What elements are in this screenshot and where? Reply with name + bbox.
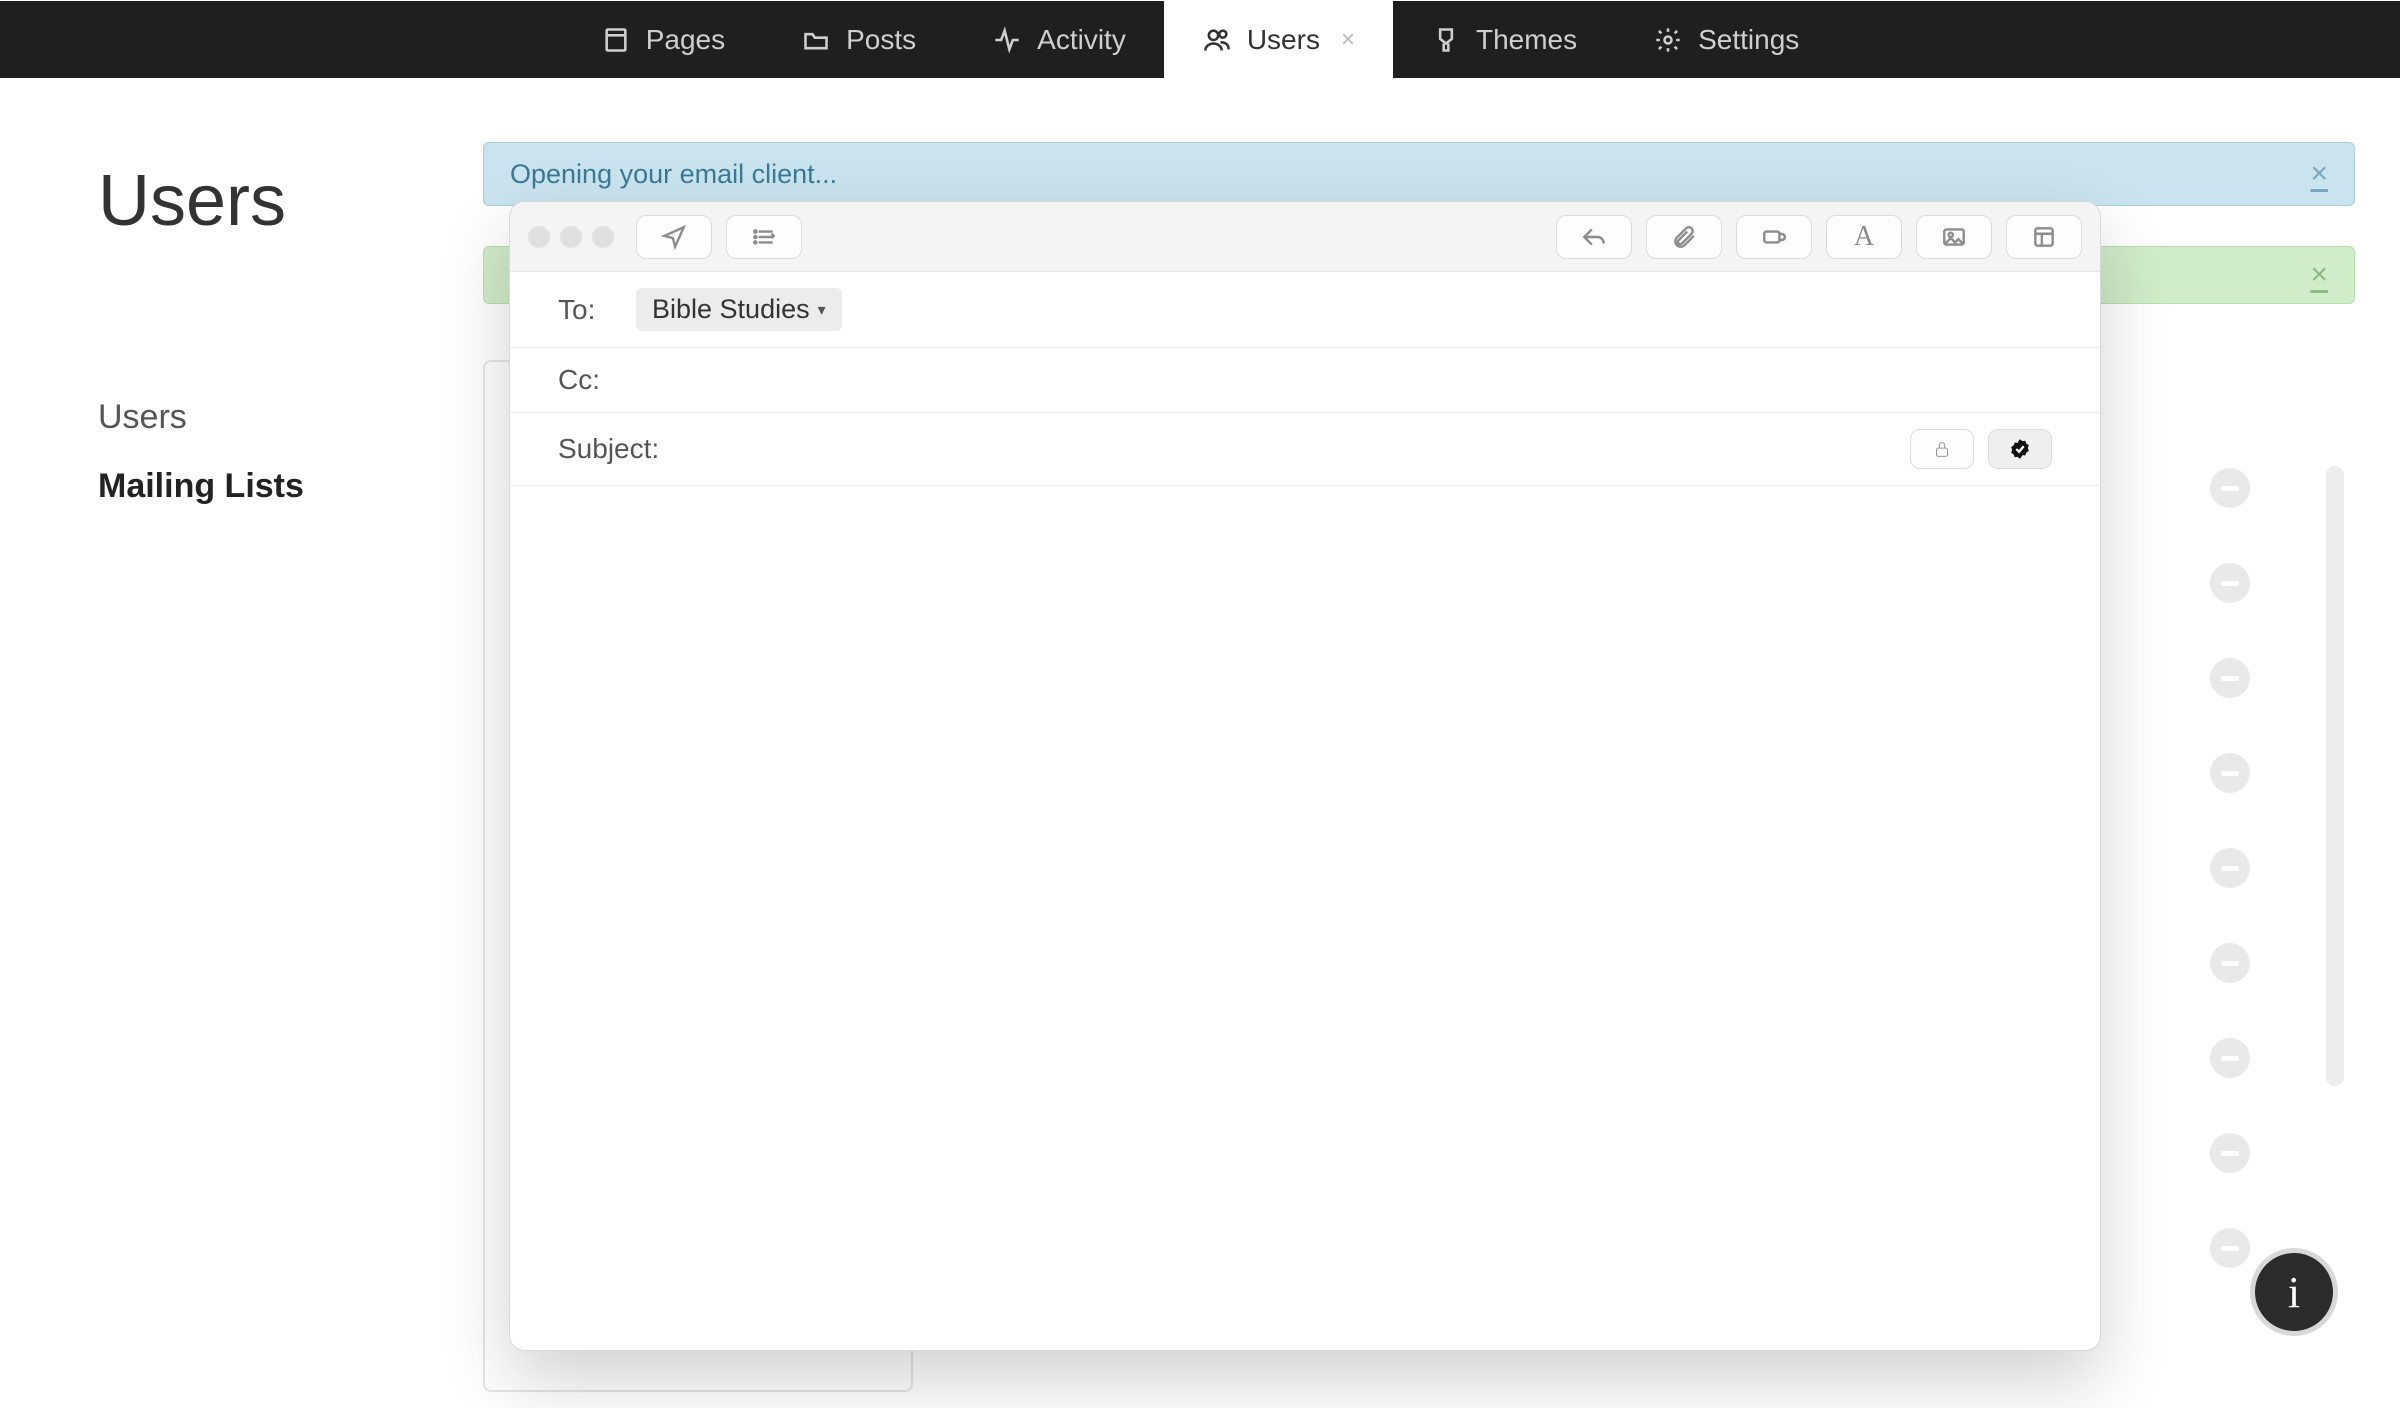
page-body: Users Users Mailing Lists Opening your e… [0, 78, 2400, 1408]
traffic-close-icon[interactable] [528, 226, 550, 248]
gear-icon [1653, 25, 1683, 55]
activity-icon [992, 25, 1022, 55]
link-icon [1761, 224, 1787, 250]
brush-icon [1431, 25, 1461, 55]
nav-posts[interactable]: Posts [763, 1, 954, 78]
sidebar-item-users[interactable]: Users [98, 398, 398, 437]
list-icon [751, 224, 777, 250]
font-button[interactable]: A [1826, 215, 1902, 259]
nav-label: Activity [1037, 24, 1126, 56]
nav-settings[interactable]: Settings [1615, 1, 1837, 78]
image-button[interactable] [1916, 215, 1992, 259]
compose-toolbar: A [510, 202, 2100, 272]
window-controls[interactable] [528, 226, 614, 248]
compose-window: A To: Bible Studies ▾ Cc: Subject: [509, 201, 2101, 1351]
lock-icon [1931, 438, 1953, 460]
recipient-chip-label: Bible Studies [652, 294, 810, 325]
tab-close-icon[interactable]: × [1341, 26, 1355, 54]
compose-to-row[interactable]: To: Bible Studies ▾ [510, 272, 2100, 348]
folder-icon [801, 25, 831, 55]
nav-label: Settings [1698, 24, 1799, 56]
compose-cc-row[interactable]: Cc: [510, 348, 2100, 413]
nav-label: Themes [1476, 24, 1577, 56]
chevron-down-icon: ▾ [818, 300, 826, 320]
verified-button[interactable] [1988, 429, 2052, 469]
send-button[interactable] [636, 215, 712, 259]
remove-button[interactable] [2210, 753, 2250, 793]
layout-icon [2031, 224, 2057, 250]
info-icon: i [2288, 1267, 2300, 1318]
subject-label: Subject: [558, 433, 668, 465]
compose-subject-row[interactable]: Subject: [510, 413, 2100, 486]
traffic-max-icon[interactable] [592, 226, 614, 248]
nav-label: Posts [846, 24, 916, 56]
sidebar: Users Mailing Lists [98, 398, 398, 536]
format-list-button[interactable] [726, 215, 802, 259]
link-button[interactable] [1736, 215, 1812, 259]
remove-button[interactable] [2210, 1228, 2250, 1268]
sidebar-item-mailing-lists[interactable]: Mailing Lists [98, 467, 398, 506]
sidebar-item-label: Mailing Lists [98, 467, 304, 505]
reply-button[interactable] [1556, 215, 1632, 259]
image-icon [1941, 224, 1967, 250]
alert-success-close[interactable]: × [2310, 258, 2328, 292]
lock-button[interactable] [1910, 429, 1974, 469]
remove-button[interactable] [2210, 563, 2250, 603]
nav-themes[interactable]: Themes [1393, 1, 1615, 78]
recipient-chip[interactable]: Bible Studies ▾ [636, 288, 842, 331]
sidebar-item-label: Users [98, 398, 187, 436]
attach-button[interactable] [1646, 215, 1722, 259]
users-icon [1202, 25, 1232, 55]
verified-badge-icon [2009, 438, 2031, 460]
remove-buttons-column [2210, 468, 2250, 1268]
nav-label: Pages [646, 24, 725, 56]
nav-users[interactable]: Users × [1164, 1, 1393, 78]
top-nav: Pages Posts Activity Users × Theme [0, 1, 2400, 78]
subject-row-actions [1910, 429, 2052, 469]
page-title: Users [98, 160, 286, 242]
alert-info-close[interactable]: × [2310, 157, 2328, 191]
top-nav-inner: Pages Posts Activity Users × Theme [563, 1, 1838, 78]
reply-icon [1581, 224, 1607, 250]
paperplane-icon [661, 224, 687, 250]
layout-button[interactable] [2006, 215, 2082, 259]
remove-button[interactable] [2210, 468, 2250, 508]
paperclip-icon [1671, 224, 1697, 250]
remove-button[interactable] [2210, 1133, 2250, 1173]
remove-button[interactable] [2210, 943, 2250, 983]
info-fab[interactable]: i [2250, 1248, 2338, 1336]
nav-activity[interactable]: Activity [954, 1, 1164, 78]
alert-info-text: Opening your email client... [510, 159, 837, 190]
alert-info: Opening your email client... × [483, 142, 2355, 206]
traffic-min-icon[interactable] [560, 226, 582, 248]
remove-button[interactable] [2210, 1038, 2250, 1078]
scrollbar[interactable] [2326, 466, 2344, 1086]
nav-label: Users [1247, 24, 1320, 56]
remove-button[interactable] [2210, 658, 2250, 698]
nav-pages[interactable]: Pages [563, 1, 763, 78]
cc-label: Cc: [558, 364, 618, 396]
to-label: To: [558, 294, 618, 326]
remove-button[interactable] [2210, 848, 2250, 888]
page-icon [601, 25, 631, 55]
font-a-icon: A [1854, 221, 1874, 253]
